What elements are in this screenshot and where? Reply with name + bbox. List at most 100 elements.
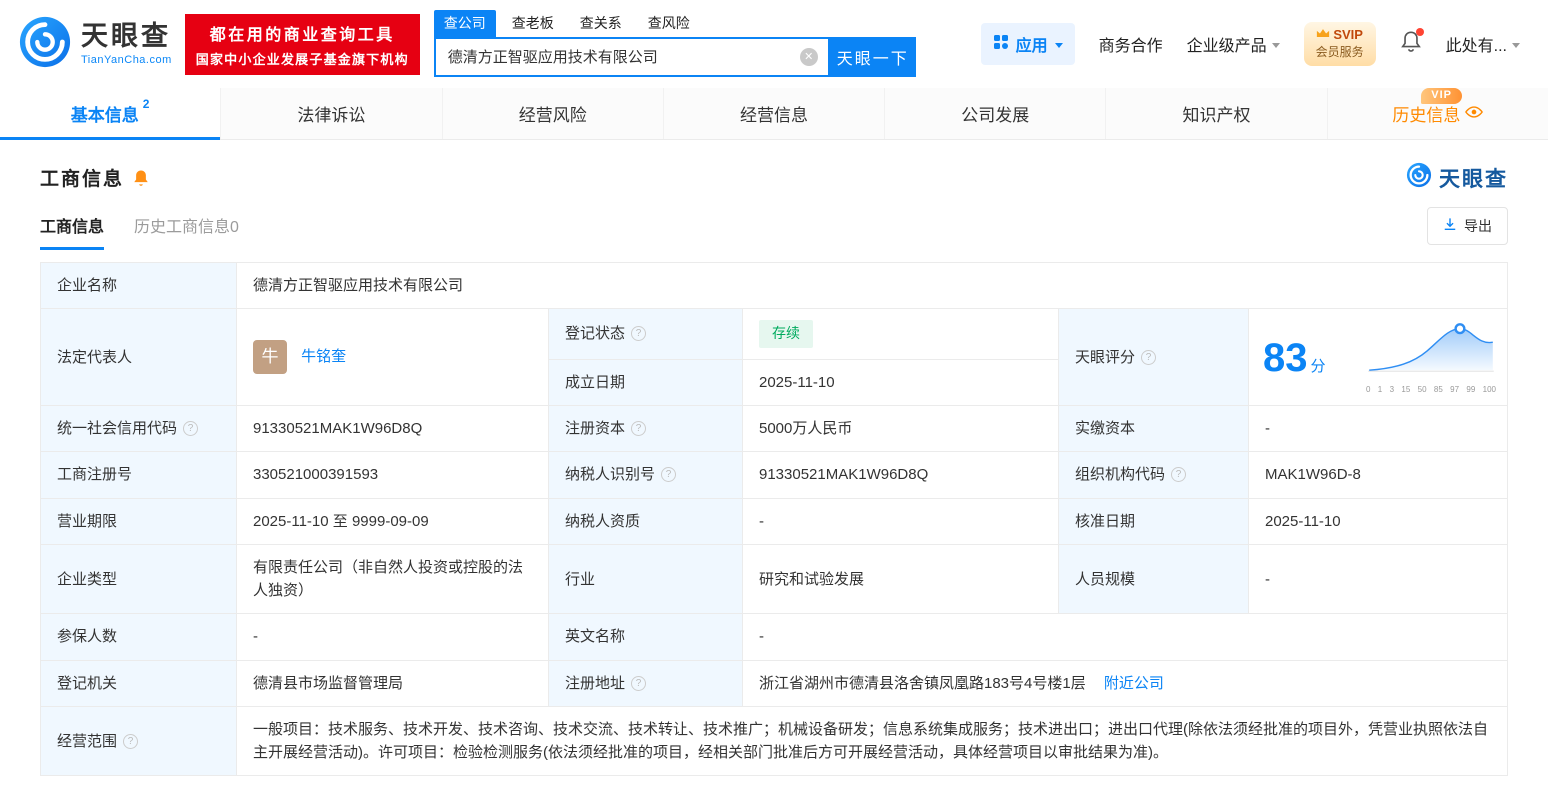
tianyancha-watermark: 天眼查: [1406, 162, 1508, 193]
tab-company-development[interactable]: 公司发展: [884, 88, 1105, 139]
search-tab-boss[interactable]: 查老板: [502, 10, 564, 37]
help-icon[interactable]: [183, 421, 199, 437]
export-button[interactable]: 导出: [1427, 207, 1508, 245]
value-english-name: -: [742, 613, 1508, 661]
user-menu[interactable]: 此处有...: [1446, 32, 1520, 56]
menu-biz-cooperation[interactable]: 商务合作: [1099, 32, 1163, 56]
label-reg-address: 注册地址: [548, 659, 743, 707]
value-reg-status: 存续: [742, 308, 1059, 360]
eye-icon: [1465, 104, 1484, 124]
address-text: 浙江省湖州市德清县洛舍镇凤凰路183号4号楼1层: [759, 674, 1086, 692]
nearby-companies-link[interactable]: 附近公司: [1104, 675, 1164, 692]
tab-company-development-label: 公司发展: [961, 106, 1030, 125]
tianyancha-logo-icon: [18, 15, 72, 74]
label-english-name: 英文名称: [548, 613, 743, 661]
help-icon[interactable]: [631, 675, 647, 691]
label-approval-date: 核准日期: [1058, 497, 1249, 545]
label-taxpayer-quality: 纳税人资质: [548, 497, 743, 545]
status-badge: 存续: [759, 320, 813, 348]
top-header: 天眼查 TianYanCha.com 都在用的商业查询工具 国家中小企业发展子基…: [0, 0, 1548, 88]
search-tab-company[interactable]: 查公司: [433, 9, 496, 37]
value-text: -: [759, 512, 764, 530]
section-title: 工商信息: [40, 169, 125, 190]
tab-intellectual-property-label: 知识产权: [1182, 106, 1251, 125]
svip-sublabel: 会员服务: [1315, 44, 1364, 59]
label-text: 实缴资本: [1075, 420, 1136, 438]
help-icon[interactable]: [123, 733, 139, 749]
label-text: 核准日期: [1075, 512, 1136, 530]
label-text: 纳税人资质: [565, 512, 641, 530]
slogan-line1: 都在用的商业查询工具: [209, 26, 395, 44]
label-business-term: 营业期限: [40, 497, 237, 545]
sub-tabs: 工商信息 历史工商信息0 导出: [40, 207, 1508, 250]
help-icon[interactable]: [1171, 467, 1187, 483]
user-name: 此处有...: [1445, 38, 1507, 55]
label-staff-size: 人员规模: [1058, 543, 1249, 615]
help-icon[interactable]: [661, 467, 677, 483]
search-input[interactable]: [435, 48, 800, 65]
value-text: MAK1W96D-8: [1265, 466, 1361, 484]
value-score: 83 分 0 1 3 15 50 85 97 99 100: [1248, 308, 1508, 407]
tab-basic-info[interactable]: 基本信息 2: [0, 88, 221, 140]
label-text: 营业期限: [57, 512, 118, 530]
value-approval-date: 2025-11-10: [1248, 497, 1508, 545]
clear-search-icon[interactable]: [799, 47, 818, 66]
label-establish-date: 成立日期: [548, 358, 743, 407]
value-reg-number: 330521000391593: [236, 451, 549, 499]
score-value: 83: [1263, 336, 1308, 381]
header-right-menu: 应用 商务合作 企业级产品 SVIP 会员服务 此处有...: [980, 22, 1530, 66]
label-reg-status: 登记状态: [548, 308, 743, 360]
subscribe-bell-icon[interactable]: [132, 168, 150, 188]
value-reg-address: 浙江省湖州市德清县洛舍镇凤凰路183号4号楼1层 附近公司: [742, 659, 1508, 707]
apps-menu[interactable]: 应用: [980, 23, 1075, 65]
label-text: 人员规模: [1075, 570, 1136, 588]
search-tab-relation[interactable]: 查关系: [570, 10, 632, 37]
tab-history-info-label: 历史信息: [1392, 106, 1461, 125]
slogan-line2: 国家中小企业发展子基金旗下机构: [195, 51, 409, 67]
label-text: 登记机关: [57, 674, 118, 692]
value-business-term: 2025-11-10 至 9999-09-09: [236, 497, 549, 545]
search-button[interactable]: 天眼一下: [829, 36, 916, 77]
table-row: 登记机关 德清县市场监督管理局 注册地址 浙江省湖州市德清县洛舍镇凤凰路183号…: [40, 659, 1508, 707]
menu-enterprise-product[interactable]: 企业级产品: [1187, 32, 1280, 56]
help-icon[interactable]: [631, 326, 647, 342]
brand-slogan: 都在用的商业查询工具 国家中小企业发展子基金旗下机构: [184, 13, 420, 75]
search-tab-risk[interactable]: 查风险: [638, 10, 700, 37]
label-text: 经营范围: [57, 732, 118, 750]
label-text: 成立日期: [565, 373, 626, 391]
search-area: 查公司 查老板 查关系 查风险 天眼一下: [433, 9, 916, 77]
label-paid-capital: 实缴资本: [1058, 405, 1249, 453]
label-text: 天眼评分: [1075, 348, 1136, 366]
legal-rep-avatar[interactable]: 牛: [253, 340, 287, 375]
value-org-code: MAK1W96D-8: [1248, 451, 1508, 499]
value-paid-capital: -: [1248, 405, 1508, 453]
help-icon[interactable]: [631, 421, 647, 437]
label-taxpayer-id: 纳税人识别号: [548, 451, 743, 499]
label-business-scope: 经营范围: [40, 705, 237, 777]
watermark-text: 天眼查: [1439, 167, 1508, 191]
subtab-business-registration[interactable]: 工商信息: [40, 213, 105, 250]
notification-bell-icon[interactable]: [1400, 28, 1424, 59]
notification-dot: [1415, 28, 1424, 36]
apps-grid-icon: [993, 34, 1009, 55]
value-taxpayer-quality: -: [742, 497, 1059, 545]
value-industry: 研究和试验发展: [742, 543, 1059, 615]
value-legal-rep: 牛 牛铭奎: [236, 308, 549, 407]
legal-rep-link[interactable]: 牛铭奎: [301, 348, 346, 365]
tianyancha-logo[interactable]: 天眼查 TianYanCha.com: [18, 15, 172, 74]
table-row: 参保人数 - 英文名称 -: [40, 613, 1508, 661]
tab-legal-litigation[interactable]: 法律诉讼: [220, 88, 441, 139]
label-text: 登记状态: [565, 325, 626, 343]
label-text: 英文名称: [565, 628, 626, 646]
chevron-down-icon: [1512, 42, 1520, 52]
tab-intellectual-property[interactable]: 知识产权: [1105, 88, 1326, 139]
value-insured-count: -: [236, 613, 549, 661]
help-icon[interactable]: [1141, 349, 1157, 365]
label-credit-code: 统一社会信用代码: [40, 405, 237, 453]
svip-label: SVIP: [1333, 27, 1363, 43]
tab-operating-risk[interactable]: 经营风险: [441, 88, 663, 139]
tab-business-info[interactable]: 经营信息: [662, 88, 884, 139]
subtab-history-registration[interactable]: 历史工商信息0: [134, 213, 239, 250]
svip-badge[interactable]: SVIP 会员服务: [1303, 22, 1376, 66]
value-text: 有限责任公司（非自然人投资或控股的法人独资）: [253, 558, 524, 600]
